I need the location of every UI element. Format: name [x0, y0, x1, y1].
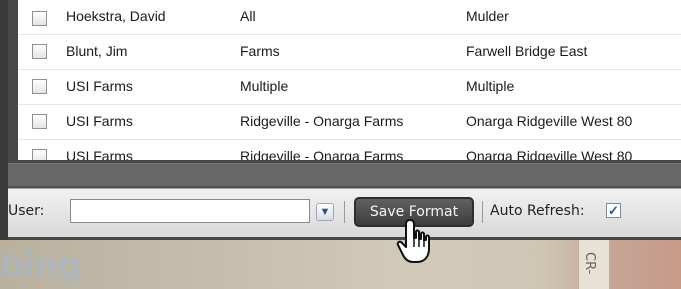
- bing-logo: bing: [0, 246, 82, 286]
- user-input[interactable]: [70, 199, 310, 223]
- table-cell: Onarga Ridgeville West 80: [466, 113, 633, 129]
- user-label: User:: [8, 203, 45, 219]
- status-strip: [8, 163, 681, 187]
- table-cell: All: [240, 8, 256, 24]
- auto-refresh-checkbox[interactable]: ✓: [606, 203, 621, 218]
- row-checkbox[interactable]: [32, 44, 47, 59]
- table-cell: Ridgeville - Onarga Farms: [240, 148, 404, 160]
- table-row[interactable]: Hoekstra, David All Mulder: [18, 0, 681, 35]
- table-cell: USI Farms: [66, 78, 133, 94]
- row-checkbox[interactable]: [32, 79, 47, 94]
- map-road-label: CR-: [582, 252, 597, 275]
- data-grid: Hoekstra, David All Mulder Blunt, Jim Fa…: [18, 0, 681, 160]
- table-row[interactable]: USI Farms Multiple Multiple: [18, 70, 681, 105]
- table-row[interactable]: USI Farms Ridgeville - Onarga Farms Onar…: [18, 140, 681, 160]
- panel-edge: [0, 0, 8, 240]
- table-cell: USI Farms: [66, 148, 133, 160]
- hand-cursor-icon: [396, 219, 430, 263]
- table-cell: Ridgeville - Onarga Farms: [240, 113, 404, 129]
- table-row[interactable]: USI Farms Ridgeville - Onarga Farms Onar…: [18, 105, 681, 140]
- grid-toolbar: User: ▼ Save Format Auto Refresh: ✓: [8, 188, 681, 237]
- table-row[interactable]: Blunt, Jim Farms Farwell Bridge East: [18, 35, 681, 70]
- table-cell: Multiple: [466, 78, 515, 94]
- toolbar-separator: [482, 201, 483, 223]
- table-cell: Onarga Ridgeville West 80: [466, 148, 633, 160]
- row-checkbox[interactable]: [32, 149, 47, 160]
- table-cell: Farwell Bridge East: [466, 43, 588, 59]
- table-cell: Mulder: [466, 8, 509, 24]
- table-cell: Blunt, Jim: [66, 43, 128, 59]
- table-cell: Farms: [240, 43, 280, 59]
- row-checkbox[interactable]: [32, 11, 47, 26]
- toolbar-separator: [344, 201, 345, 223]
- table-cell: Hoekstra, David: [66, 8, 166, 24]
- data-panel: Hoekstra, David All Mulder Blunt, Jim Fa…: [0, 0, 681, 240]
- row-checkbox[interactable]: [32, 114, 47, 129]
- chevron-down-icon[interactable]: ▼: [316, 203, 334, 221]
- auto-refresh-label: Auto Refresh:: [490, 203, 585, 219]
- table-cell: Multiple: [240, 78, 289, 94]
- table-cell: USI Farms: [66, 113, 133, 129]
